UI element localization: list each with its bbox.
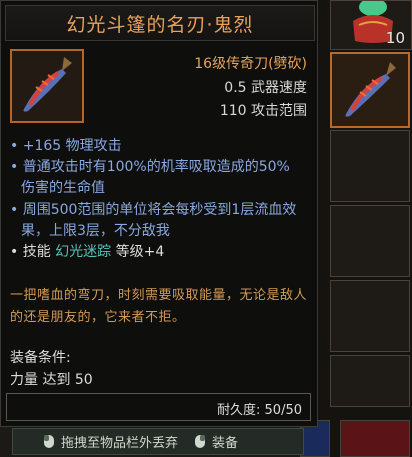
weapon-speed: 0.5 武器速度 <box>224 80 307 96</box>
item-type: 16级传奇刀(劈砍) <box>194 56 307 72</box>
skill-line: • 技能 幻光迷踪 等级+4 <box>10 242 310 263</box>
attack-range: 110 攻击范围 <box>219 103 307 119</box>
requirement-strength: 力量 达到 50 <box>10 372 93 388</box>
inventory-slot[interactable] <box>330 205 410 277</box>
inventory-panel: 10 <box>300 0 412 457</box>
item-name: 幻光斗篷的名刃·鬼烈 <box>5 5 315 41</box>
durability-box: 耐久度: 50/50 <box>6 393 311 421</box>
curved-blade-icon <box>23 57 72 112</box>
item-tooltip: 幻光斗篷的名刃·鬼烈 16级传奇刀(劈砍) 0.5 武器速度 110 攻击范围 … <box>0 0 318 427</box>
affix-bleed-cont: 果，上限3层，不分敌我 <box>21 223 170 239</box>
curved-blade-icon <box>345 62 396 117</box>
requirements-header: 装备条件: <box>10 350 71 366</box>
inventory-slot-selected[interactable] <box>330 52 410 128</box>
action-hint-bar: 拖拽至物品栏外丢弃 装备 <box>12 428 304 455</box>
affix-lifesteal: • 普通攻击时有100%的机率吸取造成的50% <box>10 159 290 175</box>
durability-value: 耐久度: 50/50 <box>217 403 302 418</box>
inventory-slot[interactable] <box>330 355 410 407</box>
stack-count: 10 <box>385 29 405 47</box>
affix-physical-attack: • +165 物理攻击 <box>10 138 122 154</box>
skill-name[interactable]: 幻光迷踪 <box>55 244 111 260</box>
skill-level: 等级+4 <box>115 244 165 260</box>
item-icon-frame <box>10 49 84 123</box>
affix-lifesteal-cont: 伤害的生命值 <box>21 180 105 196</box>
drop-hint: 拖拽至物品栏外丢弃 <box>61 436 179 451</box>
equip-hint[interactable]: 装备 <box>212 432 238 451</box>
skill-prefix: • 技能 <box>10 244 51 260</box>
mouse-left-icon <box>44 435 54 448</box>
affix-bleed: • 周围500范围的单位将会每秒受到1层流血效 <box>10 202 297 218</box>
inventory-slot-bottom[interactable] <box>340 420 410 457</box>
inventory-slot-potion[interactable]: 10 <box>330 0 412 50</box>
item-lore: 一把嗜血的弯刀，时刻需要吸取能量，无论是敌人的还是朋友的，它来者不拒。 <box>10 288 308 325</box>
inventory-slot[interactable] <box>330 130 410 202</box>
inventory-slot[interactable] <box>330 280 410 352</box>
mouse-right-icon <box>195 435 206 448</box>
